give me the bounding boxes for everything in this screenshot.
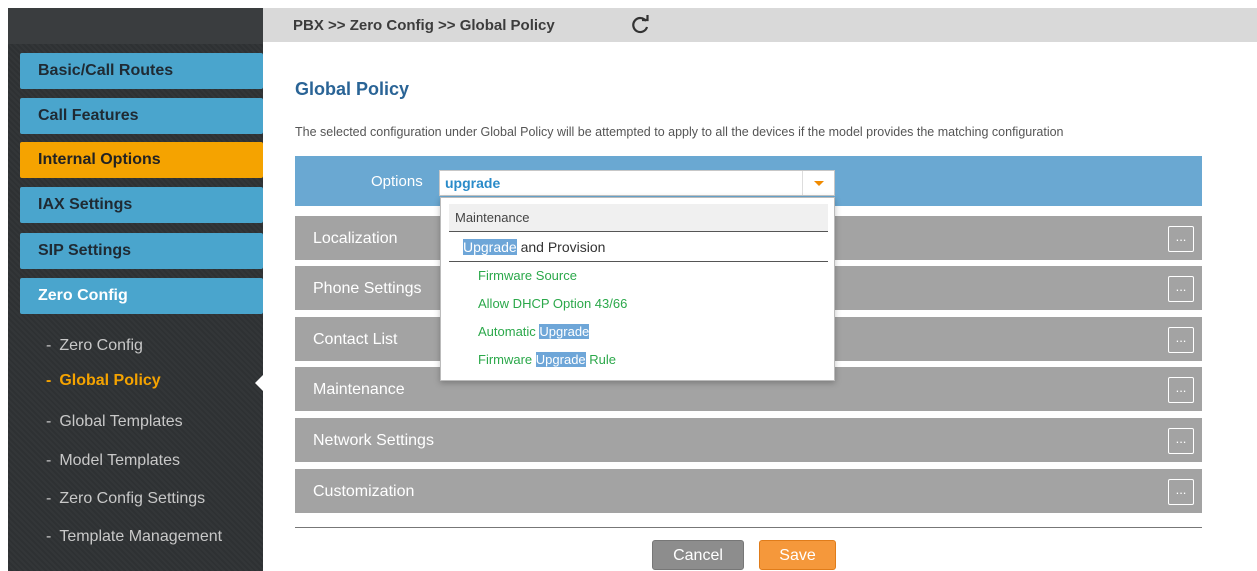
section-customization[interactable]: Customization ... <box>295 469 1202 513</box>
dropdown-subgroup-label: Upgrade and Provision <box>463 239 605 255</box>
item-text: Allow DHCP Option 43/66 <box>478 296 628 311</box>
item-text-rest: Rule <box>585 352 617 367</box>
dropdown-group-upgrade-provision: Upgrade and Provision <box>449 234 828 262</box>
page-description: The selected configuration under Global … <box>295 125 1064 139</box>
active-item-pointer-icon <box>255 373 265 393</box>
subitem-label: Zero Config Settings <box>59 490 206 507</box>
options-dropdown-toggle[interactable] <box>802 171 834 195</box>
item-text: Firmware Source <box>478 268 577 283</box>
subitem-label: Template Management <box>59 528 223 545</box>
sidebar-subitem-zero-config-settings[interactable]: - Zero Config Settings <box>46 490 205 508</box>
section-label: Contact List <box>313 331 398 348</box>
sidebar-item-iax-settings[interactable]: IAX Settings <box>20 187 263 223</box>
more-icon[interactable]: ... <box>1168 428 1194 454</box>
divider <box>295 527 1202 528</box>
more-icon[interactable]: ... <box>1168 327 1194 353</box>
subgroup-label-rest: and Provision <box>516 239 606 255</box>
subitem-dash: - <box>46 372 52 389</box>
sidebar-item-zero-config[interactable]: Zero Config <box>20 278 263 314</box>
page-title: Global Policy <box>295 79 410 99</box>
dropdown-item-firmware-upgrade-rule[interactable]: Firmware Upgrade Rule <box>478 352 616 367</box>
sidebar-subitem-template-management[interactable]: - Template Management <box>46 528 222 546</box>
sidebar-subitem-model-templates[interactable]: - Model Templates <box>46 452 180 470</box>
more-icon[interactable]: ... <box>1168 377 1194 403</box>
section-label: Network Settings <box>313 432 434 449</box>
subitem-label: Global Templates <box>59 413 183 430</box>
breadcrumb-bar: PBX >> Zero Config >> Global Policy <box>263 8 1257 42</box>
breadcrumb: PBX >> Zero Config >> Global Policy <box>293 17 555 34</box>
section-label: Localization <box>313 230 398 247</box>
options-label: Options <box>371 173 423 190</box>
sidebar-subitem-global-templates[interactable]: - Global Templates <box>46 413 183 431</box>
options-search-select[interactable]: upgrade <box>439 170 835 196</box>
subitem-dash: - <box>46 337 52 354</box>
subitem-label: Zero Config <box>59 337 143 354</box>
dropdown-item-automatic-upgrade[interactable]: Automatic Upgrade <box>478 324 590 339</box>
subitem-dash: - <box>46 528 52 545</box>
options-input-value[interactable]: upgrade <box>445 175 500 191</box>
refresh-icon[interactable] <box>629 14 651 36</box>
item-text: Automatic <box>478 324 540 339</box>
section-label: Customization <box>313 483 415 500</box>
more-icon[interactable]: ... <box>1168 276 1194 302</box>
sidebar-item-call-features[interactable]: Call Features <box>20 98 263 134</box>
cancel-button[interactable]: Cancel <box>652 540 744 570</box>
item-text: Firmware <box>478 352 536 367</box>
dropdown-group-label: Maintenance <box>455 210 530 225</box>
dropdown-item-firmware-source[interactable]: Firmware Source <box>478 268 577 283</box>
sidebar-subitem-zero-config[interactable]: - Zero Config <box>46 337 143 355</box>
subitem-dash: - <box>46 452 52 469</box>
subitem-label: Global Policy <box>59 372 161 389</box>
more-icon[interactable]: ... <box>1168 479 1194 505</box>
subitem-dash: - <box>46 413 52 430</box>
search-highlight: Upgrade <box>539 324 590 339</box>
save-button[interactable]: Save <box>759 540 836 570</box>
caret-down-icon <box>814 181 824 186</box>
sidebar-top-strip <box>8 8 263 44</box>
search-highlight: Upgrade <box>463 239 517 255</box>
sidebar-item-basic-call-routes[interactable]: Basic/Call Routes <box>20 53 263 89</box>
search-highlight: Upgrade <box>535 352 586 367</box>
dropdown-group-maintenance: Maintenance <box>449 204 828 232</box>
subitem-label: Model Templates <box>59 452 180 469</box>
dropdown-item-allow-dhcp-option[interactable]: Allow DHCP Option 43/66 <box>478 296 627 311</box>
section-label: Phone Settings <box>313 280 422 297</box>
sidebar-item-sip-settings[interactable]: SIP Settings <box>20 233 263 269</box>
sidebar-subitem-global-policy[interactable]: - Global Policy <box>46 372 161 390</box>
more-icon[interactable]: ... <box>1168 226 1194 252</box>
section-label: Maintenance <box>313 381 405 398</box>
options-dropdown-menu: Maintenance Upgrade and Provision Firmwa… <box>440 197 835 381</box>
sidebar-item-internal-options[interactable]: Internal Options <box>20 142 263 178</box>
sidebar: Basic/Call Routes Call Features Internal… <box>8 8 265 571</box>
subitem-dash: - <box>46 490 52 507</box>
section-network-settings[interactable]: Network Settings ... <box>295 418 1202 462</box>
